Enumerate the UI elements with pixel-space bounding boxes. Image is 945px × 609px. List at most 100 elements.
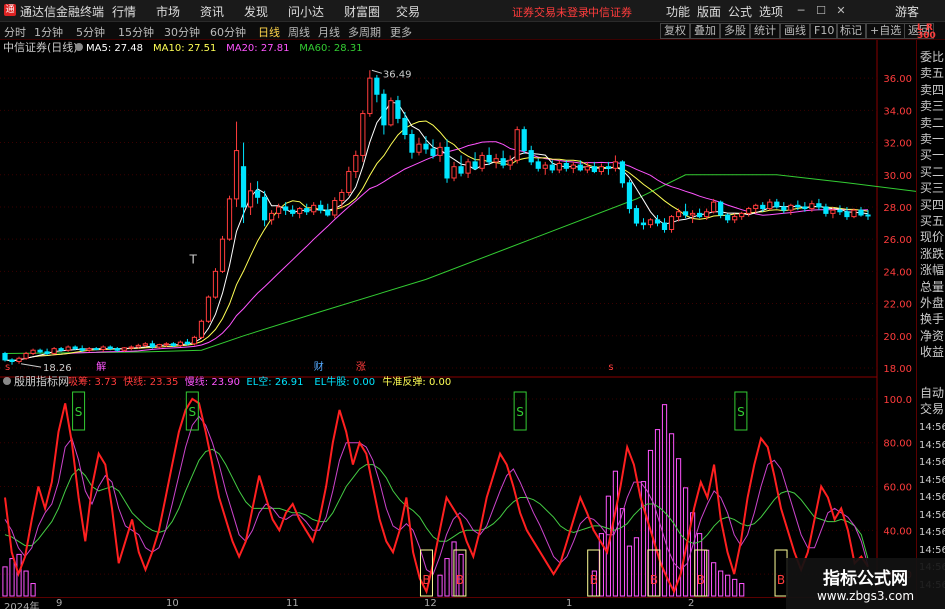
candle-body xyxy=(304,208,310,213)
menu-discover[interactable]: 发现 xyxy=(244,3,268,20)
period-15min[interactable]: 15分钟 xyxy=(118,24,154,40)
ma-legend-ma60: MA60: 28.31 xyxy=(299,43,362,54)
tick-time: 14:56 xyxy=(919,527,945,538)
candle-body xyxy=(416,143,422,153)
draw-line-button[interactable]: 画线 xyxy=(780,23,810,39)
quote-field-label: 卖四 xyxy=(920,82,945,97)
candle-body xyxy=(753,204,759,210)
candle-body xyxy=(177,341,184,346)
app-logo-icon: 通 xyxy=(4,4,16,16)
close-icon[interactable]: ✕ xyxy=(832,2,850,19)
kline-chart[interactable]: 36.00 34.00 32.00 30.00 28.00 26.00 24.00 22.00… xyxy=(0,40,916,600)
indicator-tick-label: 80.00 xyxy=(883,439,912,450)
fast-line xyxy=(4,397,869,595)
period-5min[interactable]: 5分钟 xyxy=(76,24,105,40)
candle-body xyxy=(311,204,317,213)
period-60min[interactable]: 60分钟 xyxy=(210,24,246,40)
accumulation-bar xyxy=(444,558,450,597)
broker-name[interactable]: 中信证券 xyxy=(588,4,632,20)
candle-body xyxy=(402,117,408,136)
auto-trade-label[interactable]: 自动 xyxy=(920,384,945,401)
candle-body xyxy=(247,190,254,208)
add-watchlist-button[interactable]: +自选 xyxy=(866,23,906,39)
menu-ask-xiaoda[interactable]: 问小达 xyxy=(288,3,324,20)
multi-stock-button[interactable]: 多股 xyxy=(720,23,750,39)
menu-options[interactable]: 选项 xyxy=(759,3,783,20)
overlay-button[interactable]: 叠加 xyxy=(690,23,720,39)
mark-button[interactable]: 标记 xyxy=(836,23,866,39)
candle-body xyxy=(121,347,127,351)
menu-wealth-circle[interactable]: 财富圈 xyxy=(344,3,380,20)
indicator-legend-5: 牛准反弹: 0.00 xyxy=(382,375,451,388)
period-1min[interactable]: 1分钟 xyxy=(34,24,63,40)
candle-body xyxy=(360,113,366,156)
candle-body xyxy=(381,93,387,126)
period-daily[interactable]: 日线 xyxy=(258,24,280,40)
auto-trade-label[interactable]: 交易 xyxy=(920,400,945,417)
menu-layout[interactable]: 版面 xyxy=(697,3,721,20)
maximize-icon[interactable]: ☐ xyxy=(812,2,830,19)
period-weekly[interactable]: 周线 xyxy=(288,24,310,40)
quote-field-label: 外盘 xyxy=(920,296,945,310)
candle-body xyxy=(549,164,555,171)
price-tick-label: 30.00 xyxy=(883,171,912,182)
period-multi[interactable]: 多周期 xyxy=(348,24,381,40)
date-axis: 2024年 9 10 11 12 1 2 xyxy=(0,597,916,609)
candle-body xyxy=(486,154,492,163)
menu-quotes[interactable]: 行情 xyxy=(112,3,136,20)
candle-body xyxy=(528,150,534,163)
accumulation-bar xyxy=(2,566,8,597)
ma10-line xyxy=(4,120,869,362)
candle-body xyxy=(290,209,296,214)
menu-function[interactable]: 功能 xyxy=(666,3,690,20)
menu-trade[interactable]: 交易 xyxy=(396,3,420,20)
quote-field-label: 收益 xyxy=(920,345,945,360)
accumulation-bar xyxy=(626,545,633,597)
f10-button[interactable]: F10 xyxy=(810,23,839,39)
indicator-legend-1: 快线: 23.35 xyxy=(123,375,178,388)
candle-body xyxy=(212,270,219,298)
candle-body xyxy=(184,341,191,345)
menu-formula[interactable]: 公式 xyxy=(728,3,752,20)
event-mark: 涨 xyxy=(356,361,366,373)
candle-body xyxy=(718,201,724,216)
period-intraday[interactable]: 分时 xyxy=(4,24,26,40)
sell-signal-label: S xyxy=(189,405,197,419)
price-tick-label: 22.00 xyxy=(883,300,912,311)
event-mark: 解 xyxy=(96,360,106,373)
candle-body xyxy=(584,166,590,171)
guest-user[interactable]: 游客 xyxy=(895,3,919,20)
ma60-line xyxy=(4,174,916,354)
menu-news[interactable]: 资讯 xyxy=(200,3,224,20)
adjust-button[interactable]: 复权 xyxy=(660,23,690,39)
quote-field-label: 总量 xyxy=(920,279,945,294)
candle-body xyxy=(325,209,331,216)
candle-body xyxy=(437,146,443,156)
candle-body xyxy=(226,198,233,240)
date-axis-label: 10 xyxy=(166,598,179,609)
candle-body xyxy=(689,212,696,216)
menu-market[interactable]: 市场 xyxy=(156,3,180,20)
candle-body xyxy=(79,348,85,351)
candle-body xyxy=(30,349,36,354)
lr-badge: L R 300 xyxy=(917,23,936,41)
candle-body xyxy=(23,352,29,359)
candle-body xyxy=(654,219,661,224)
statistics-button[interactable]: 统计 xyxy=(750,23,780,39)
candle-body xyxy=(430,148,436,156)
candle-body xyxy=(163,343,169,346)
period-30min[interactable]: 30分钟 xyxy=(164,24,200,40)
login-warning[interactable]: 证券交易未登录 xyxy=(512,4,589,20)
period-more[interactable]: 更多 xyxy=(390,24,412,40)
minimize-icon[interactable]: ─ xyxy=(792,2,810,19)
candle-body xyxy=(626,182,633,210)
accumulation-bar xyxy=(668,433,675,597)
tick-time: 14:56 xyxy=(919,422,945,433)
watermark-title: 指标公式网 xyxy=(823,569,908,589)
candle-body xyxy=(219,238,226,272)
price-tick-label: 24.00 xyxy=(883,267,912,278)
tick-time: 14:56 xyxy=(919,439,945,451)
period-monthly[interactable]: 月线 xyxy=(318,24,340,40)
candle-body xyxy=(409,134,415,153)
quote-field-label: 现价 xyxy=(920,230,945,245)
